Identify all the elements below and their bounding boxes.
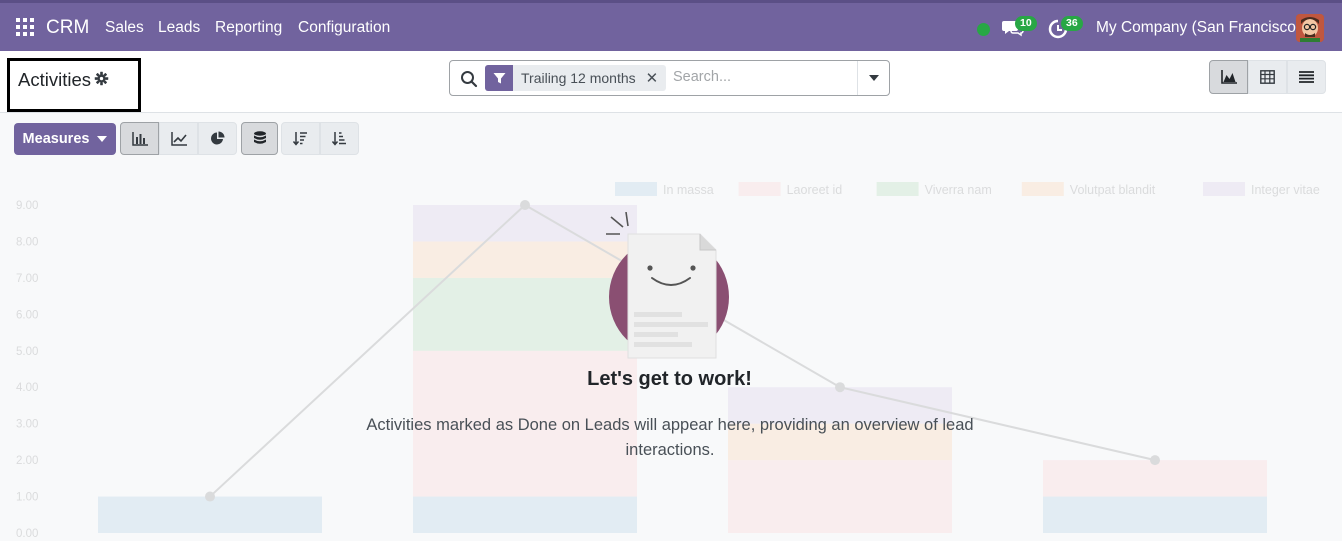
menu-item-leads[interactable]: Leads	[158, 19, 200, 37]
line-chart-icon	[170, 131, 187, 146]
view-pivot-button[interactable]	[1248, 60, 1287, 94]
list-icon	[1299, 71, 1314, 83]
page-title: Activities	[18, 69, 91, 90]
sort-descending-button[interactable]	[281, 122, 320, 155]
measures-dropdown-button[interactable]: Measures	[14, 123, 116, 155]
view-switcher	[1209, 60, 1326, 94]
menu-item-reporting[interactable]: Reporting	[215, 19, 282, 37]
sort-ascending-icon	[332, 132, 346, 146]
sort-group	[281, 122, 359, 155]
facet-label: Trailing 12 months	[521, 70, 636, 86]
apps-menu-icon[interactable]	[16, 18, 34, 36]
area-chart-icon	[1220, 70, 1237, 84]
empty-state-title: Let's get to work!	[0, 368, 1342, 391]
database-stack-icon	[253, 131, 266, 144]
bar-chart-icon	[131, 131, 148, 146]
user-avatar[interactable]	[1296, 14, 1324, 42]
menu-item-sales[interactable]: Sales	[105, 19, 144, 37]
facet-remove-icon[interactable]: ✕	[644, 69, 667, 87]
caret-down-icon	[868, 75, 879, 81]
sort-ascending-button[interactable]	[320, 122, 359, 155]
empty-state-title-text: Let's get to work!	[587, 368, 752, 390]
view-graph-button[interactable]	[1209, 60, 1248, 94]
empty-state-illustration	[606, 212, 729, 359]
chart-type-group	[120, 122, 237, 155]
app-brand[interactable]: CRM	[46, 17, 89, 39]
search-options-toggle[interactable]	[857, 61, 889, 95]
filter-icon	[485, 65, 513, 91]
stacked-toggle-button[interactable]	[241, 122, 278, 155]
view-list-button[interactable]	[1287, 60, 1326, 94]
search-facet: Trailing 12 months ✕	[485, 65, 667, 91]
search-input[interactable]	[673, 69, 853, 85]
search-bar: Trailing 12 months ✕	[449, 60, 890, 96]
stacked-group	[241, 122, 278, 155]
pivot-table-icon	[1260, 70, 1275, 84]
activities-badge: 36	[1061, 16, 1083, 31]
messages-badge: 10	[1015, 16, 1037, 31]
sort-descending-icon	[293, 132, 307, 146]
company-switcher[interactable]: My Company (San Francisco)	[1096, 19, 1301, 37]
top-navbar: CRM Sales Leads Reporting Configuration …	[0, 0, 1342, 51]
caret-down-icon	[97, 136, 108, 142]
measures-label: Measures	[22, 131, 90, 147]
control-panel: Activities Trailing 12 months ✕	[0, 51, 1342, 113]
gear-icon[interactable]	[94, 71, 109, 86]
line-chart-button[interactable]	[159, 122, 198, 155]
pie-chart-button[interactable]	[198, 122, 237, 155]
menu-item-configuration[interactable]: Configuration	[298, 19, 390, 37]
online-status-dot	[977, 23, 990, 36]
bar-chart-button[interactable]	[120, 122, 159, 155]
empty-state-description: Activities marked as Done on Leads will …	[366, 416, 974, 459]
pie-chart-icon	[211, 131, 225, 145]
search-icon[interactable]	[460, 70, 478, 88]
